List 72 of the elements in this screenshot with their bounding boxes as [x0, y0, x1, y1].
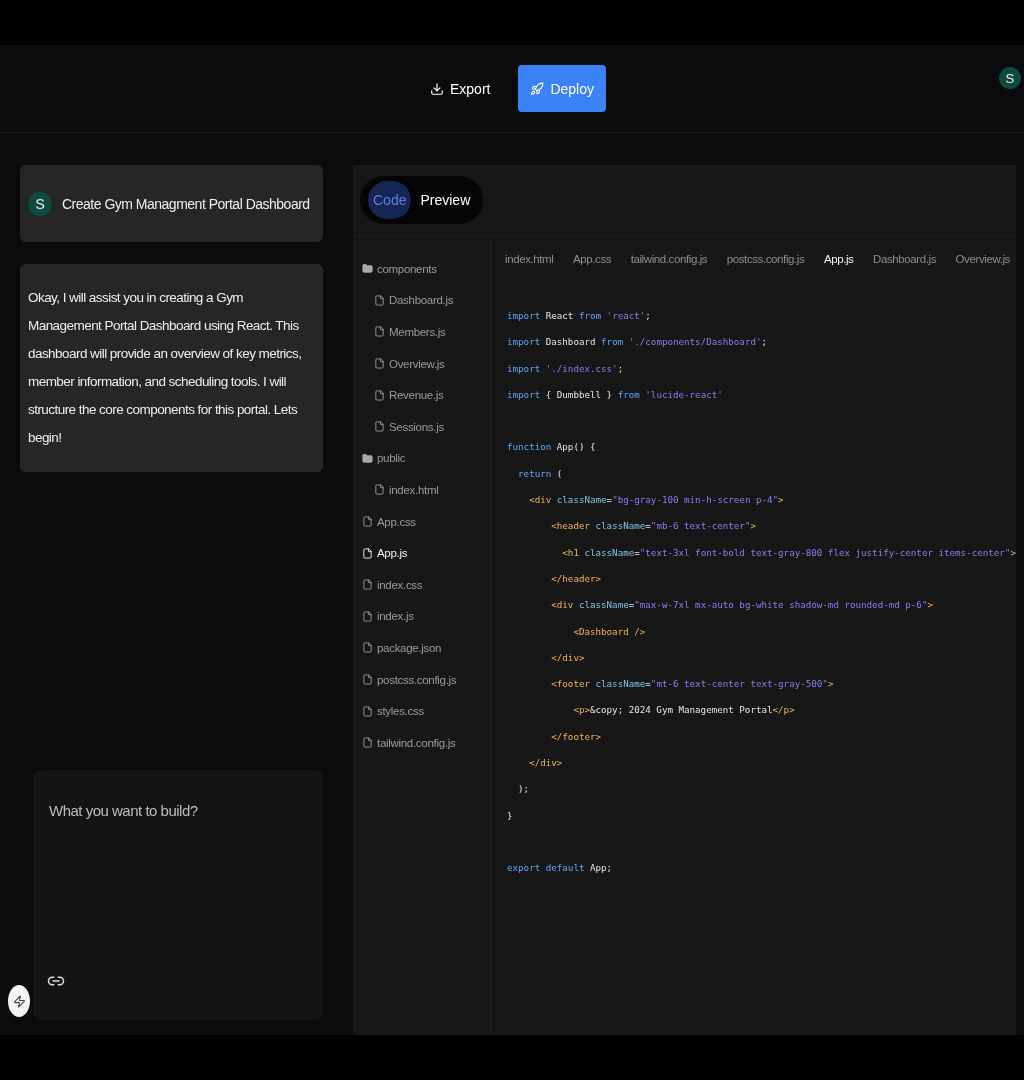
file-item[interactable]: package.json — [353, 632, 490, 664]
file-icon — [374, 484, 385, 496]
file-item[interactable]: postcss.config.js — [353, 663, 490, 696]
editor-tab[interactable]: Overview.js — [955, 253, 1010, 283]
file-item[interactable]: Members.js — [353, 316, 490, 348]
file-icon — [362, 642, 373, 654]
file-icon — [362, 705, 373, 717]
code-line: <div className="bg-gray-100 min-h-screen p-4"> — [528, 493, 785, 508]
editor-tab[interactable]: App.css — [573, 253, 612, 283]
editor-tab[interactable]: postcss.config.js — [726, 253, 805, 283]
file-icon — [362, 516, 373, 528]
file-item[interactable]: index.html — [353, 474, 490, 506]
editor-tab[interactable]: Dashboard.js — [873, 253, 936, 283]
bolt-icon — [12, 994, 26, 1008]
code-line: export default App; — [507, 861, 614, 876]
file-icon — [374, 358, 385, 370]
file-item[interactable]: Overview.js — [353, 347, 490, 380]
file-icon — [362, 547, 373, 559]
user-message: Create Gym Managment Portal Dashboard — [62, 195, 310, 212]
file-item[interactable]: Revenue.js — [353, 379, 490, 411]
editor-tab[interactable]: index.html — [505, 253, 554, 283]
code-line: </header> — [550, 571, 603, 586]
file-item[interactable]: Dashboard.js — [353, 284, 490, 317]
code-line: <p>&copy; 2024 Gym Management Portal</p> — [572, 703, 796, 718]
code-line: } — [507, 808, 514, 823]
file-item[interactable]: index.js — [353, 600, 490, 633]
view-tab[interactable]: Preview — [415, 181, 476, 219]
assistant-message: Okay, I will assist you in creating a Gym Management Portal Dashboard using React. This dashboard will provide an overview of key metrics, member information, and scheduling tools. I will structure the core components for this portal. Lets begin! — [20, 264, 323, 472]
code-line: import Dashboard from './components/Dashboard'; — [507, 335, 769, 350]
code-line: <header className="mb-6 text-center"> — [550, 519, 757, 534]
folder-icon — [362, 452, 373, 464]
file-icon — [374, 421, 385, 433]
code-line: </div> — [528, 756, 564, 771]
code-line: <Dashboard /> — [572, 624, 647, 639]
user-avatar: S — [28, 191, 52, 216]
code-line: </div> — [550, 650, 586, 665]
file-item[interactable]: tailwind.config.js — [353, 726, 490, 759]
file-icon — [362, 737, 373, 749]
folder-icon — [362, 263, 373, 275]
code-line: </footer> — [550, 729, 603, 744]
code-line: <div className="max-w-7xl mx-auto bg-white shadow-md rounded-md p-6"> — [550, 598, 934, 613]
file-icon — [362, 674, 373, 685]
file-item[interactable]: App.js — [353, 537, 490, 569]
code-line: ); — [517, 782, 531, 797]
deploy-button[interactable]: Deploy — [518, 65, 607, 112]
folder-item[interactable]: public — [353, 442, 490, 475]
code-line: <footer className="mt-6 text-center text-gray-500"> — [550, 677, 835, 692]
file-item[interactable]: Sessions.js — [353, 410, 490, 443]
file-icon — [374, 294, 385, 306]
code-line: <h1 className="text-3xl font-bold text-gray-800 flex justify-center items-center"> — [561, 545, 1016, 560]
file-icon — [374, 389, 385, 401]
editor-tab[interactable]: tailwind.config.js — [630, 253, 708, 283]
code-line: return ( — [517, 466, 564, 481]
code-line: import { Dumbbell } from 'lucide-react' — [507, 387, 724, 402]
code-line: import './index.css'; — [507, 361, 625, 376]
view-tab[interactable]: Code — [368, 181, 412, 219]
export-button[interactable]: Export — [417, 65, 503, 112]
file-item[interactable]: index.css — [353, 568, 490, 601]
file-item[interactable]: App.css — [353, 505, 490, 538]
file-icon — [362, 610, 373, 622]
code-line: import React from 'react'; — [507, 309, 652, 323]
file-icon — [374, 326, 385, 338]
prompt-field[interactable]: What you want to build? — [47, 800, 309, 844]
download-icon — [429, 81, 444, 96]
user-avatar[interactable]: S — [999, 67, 1021, 89]
folder-item[interactable]: components — [353, 253, 490, 285]
bolt-button[interactable] — [8, 985, 30, 1017]
rocket-icon — [530, 81, 545, 96]
file-icon — [362, 579, 373, 591]
file-item[interactable]: styles.css — [353, 695, 490, 727]
editor-tab[interactable]: App.js — [823, 253, 854, 283]
code-line: function App() { — [507, 440, 597, 455]
